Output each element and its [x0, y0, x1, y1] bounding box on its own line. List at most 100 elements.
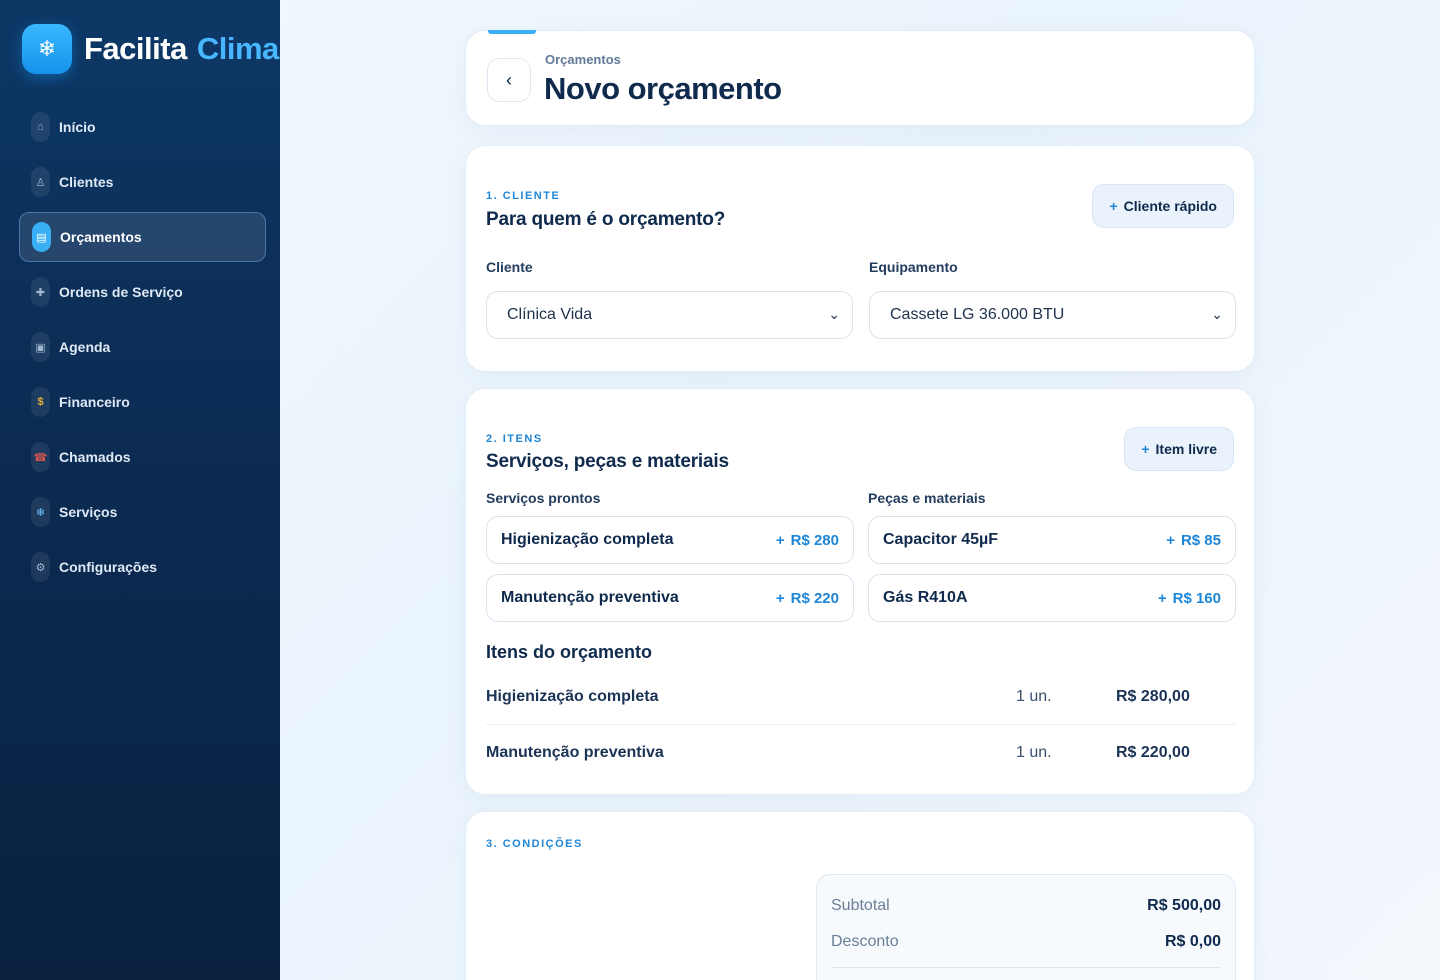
section-title: Serviços, peças e materiais: [486, 451, 729, 472]
brand-name-a: Facilita: [84, 31, 187, 66]
phone-icon: ☎: [31, 442, 50, 472]
subtotal-label: Subtotal: [831, 897, 890, 914]
quick-client-label: Cliente rápido: [1123, 198, 1217, 214]
sidebar-item-ordens-de-servico[interactable]: ✚ Ordens de Serviço: [19, 267, 266, 317]
sidebar-item-label: Serviços: [59, 504, 118, 520]
item-qty: 1 un.: [1016, 687, 1052, 705]
money-bag-icon: $: [31, 387, 50, 417]
part-price-value: R$ 85: [1180, 531, 1221, 549]
sidebar: ❄ Facilita Clima ⌂ Início ♙ Clientes ▤ Or…: [0, 0, 280, 980]
plus-icon: +: [1109, 198, 1118, 214]
items-section: 2. ITENS Serviços, peças e materiais + I…: [465, 388, 1255, 795]
plus-icon: +: [1166, 531, 1175, 549]
client-label: Cliente: [486, 259, 533, 275]
sidebar-nav: ⌂ Início ♙ Clientes ▤ Orçamentos ✚ Orden…: [19, 102, 266, 597]
sidebar-item-servicos[interactable]: ❄ Serviços: [19, 487, 266, 537]
client-section: 1. CLIENTE Para quem é o orçamento? + Cl…: [465, 145, 1255, 372]
sidebar-item-configuracoes[interactable]: ⚙ Configurações: [19, 542, 266, 592]
equipment-select[interactable]: Cassete LG 36.000 BTU ⌄: [869, 291, 1236, 339]
sidebar-item-agenda[interactable]: ▣ Agenda: [19, 322, 266, 372]
table-row[interactable]: Manutenção preventiva 1 un. R$ 220,00: [486, 725, 1236, 781]
sidebar-item-label: Clientes: [59, 174, 114, 190]
part-name: Capacitor 45µF: [883, 531, 999, 548]
sidebar-item-inicio[interactable]: ⌂ Início: [19, 102, 266, 152]
discount-value: R$ 0,00: [1164, 933, 1221, 950]
free-item-label: Item livre: [1155, 441, 1217, 457]
section-label: 1. CLIENTE: [486, 190, 561, 202]
home-icon: ⌂: [31, 112, 50, 142]
totals-box: Subtotal R$ 500,00 Desconto R$ 0,00: [816, 874, 1236, 980]
tools-icon: ✚: [31, 277, 50, 307]
service-option[interactable]: Manutenção preventiva + R$ 220: [486, 574, 854, 622]
page-title: Novo orçamento: [544, 71, 782, 106]
plus-icon: +: [1141, 441, 1150, 457]
service-price-value: R$ 220: [790, 589, 839, 607]
client-select[interactable]: Clínica Vida ⌄: [486, 291, 853, 339]
back-button[interactable]: ‹: [487, 58, 531, 102]
parts-label: Peças e materiais: [868, 490, 986, 506]
discount-label: Desconto: [831, 933, 899, 950]
sidebar-item-label: Orçamentos: [60, 229, 142, 245]
part-name: Gás R410A: [883, 589, 968, 606]
header-accent: [488, 30, 536, 34]
sidebar-item-chamados[interactable]: ☎ Chamados: [19, 432, 266, 482]
service-option[interactable]: Higienização completa + R$ 280: [486, 516, 854, 564]
brand-name: Facilita Clima: [84, 31, 279, 67]
service-price: + R$ 220: [776, 590, 839, 607]
sidebar-item-label: Agenda: [59, 339, 111, 355]
sidebar-item-clientes[interactable]: ♙ Clientes: [19, 157, 266, 207]
sidebar-item-label: Início: [59, 119, 96, 135]
conditions-section: 3. CONDIÇÕES Subtotal R$ 500,00 Desconto…: [465, 811, 1255, 980]
service-price: + R$ 280: [776, 532, 839, 549]
sidebar-item-orcamentos[interactable]: ▤ Orçamentos: [19, 212, 266, 262]
breadcrumb[interactable]: Orçamentos: [545, 52, 621, 67]
subtotal-row: Subtotal R$ 500,00: [831, 892, 1221, 920]
receipt-icon: ▤: [32, 222, 51, 252]
sidebar-item-label: Configurações: [59, 559, 158, 575]
chevron-down-icon: ⌄: [828, 306, 840, 322]
subtotal-value: R$ 500,00: [1147, 897, 1221, 914]
item-qty: 1 un.: [1016, 744, 1052, 761]
equipment-label: Equipamento: [869, 259, 958, 275]
items-list-title: Itens do orçamento: [486, 642, 653, 662]
page-header: ‹ Orçamentos Novo orçamento: [465, 30, 1255, 126]
item-name: Higienização completa: [486, 687, 659, 705]
chevron-left-icon: ‹: [506, 69, 512, 90]
service-price-value: R$ 280: [790, 531, 839, 549]
gear-icon: ⚙: [31, 552, 50, 582]
part-price: + R$ 85: [1166, 532, 1221, 549]
section-label: 2. ITENS: [486, 433, 543, 445]
sidebar-item-financeiro[interactable]: $ Financeiro: [19, 377, 266, 427]
equipment-select-value: Cassete LG 36.000 BTU: [890, 306, 1065, 323]
snowflake-icon: ❄: [22, 24, 72, 74]
section-title: Para quem é o orçamento?: [486, 209, 726, 230]
quick-client-button[interactable]: + Cliente rápido: [1092, 184, 1234, 228]
plus-icon: +: [1157, 589, 1167, 607]
part-option[interactable]: Gás R410A + R$ 160: [868, 574, 1236, 622]
item-value: R$ 220,00: [1116, 744, 1190, 761]
snowflake-icon: ❄: [31, 497, 50, 527]
brand-name-b: Clima: [196, 31, 279, 66]
calendar-icon: ▣: [31, 332, 50, 362]
item-name: Manutenção preventiva: [486, 744, 664, 761]
part-price-value: R$ 160: [1172, 589, 1221, 607]
services-label: Serviços prontos: [486, 490, 601, 506]
sidebar-item-label: Ordens de Serviço: [59, 284, 183, 300]
discount-row: Desconto R$ 0,00: [831, 928, 1221, 956]
user-icon: ♙: [31, 167, 50, 197]
sidebar-item-label: Financeiro: [59, 394, 130, 410]
part-price: + R$ 160: [1158, 590, 1221, 607]
plus-icon: +: [775, 531, 785, 549]
part-option[interactable]: Capacitor 45µF + R$ 85: [868, 516, 1236, 564]
sidebar-item-label: Chamados: [59, 449, 131, 465]
free-item-button[interactable]: + Item livre: [1124, 427, 1234, 471]
divider: [831, 967, 1221, 968]
section-label: 3. CONDIÇÕES: [486, 838, 583, 850]
table-row[interactable]: Higienização completa 1 un. R$ 280,00: [486, 669, 1236, 725]
client-select-value: Clínica Vida: [507, 306, 593, 323]
chevron-down-icon: ⌄: [1211, 306, 1223, 322]
service-name: Manutenção preventiva: [501, 589, 679, 606]
brand[interactable]: ❄ Facilita Clima: [22, 24, 279, 74]
plus-icon: +: [775, 589, 785, 607]
item-value: R$ 280,00: [1116, 687, 1190, 705]
